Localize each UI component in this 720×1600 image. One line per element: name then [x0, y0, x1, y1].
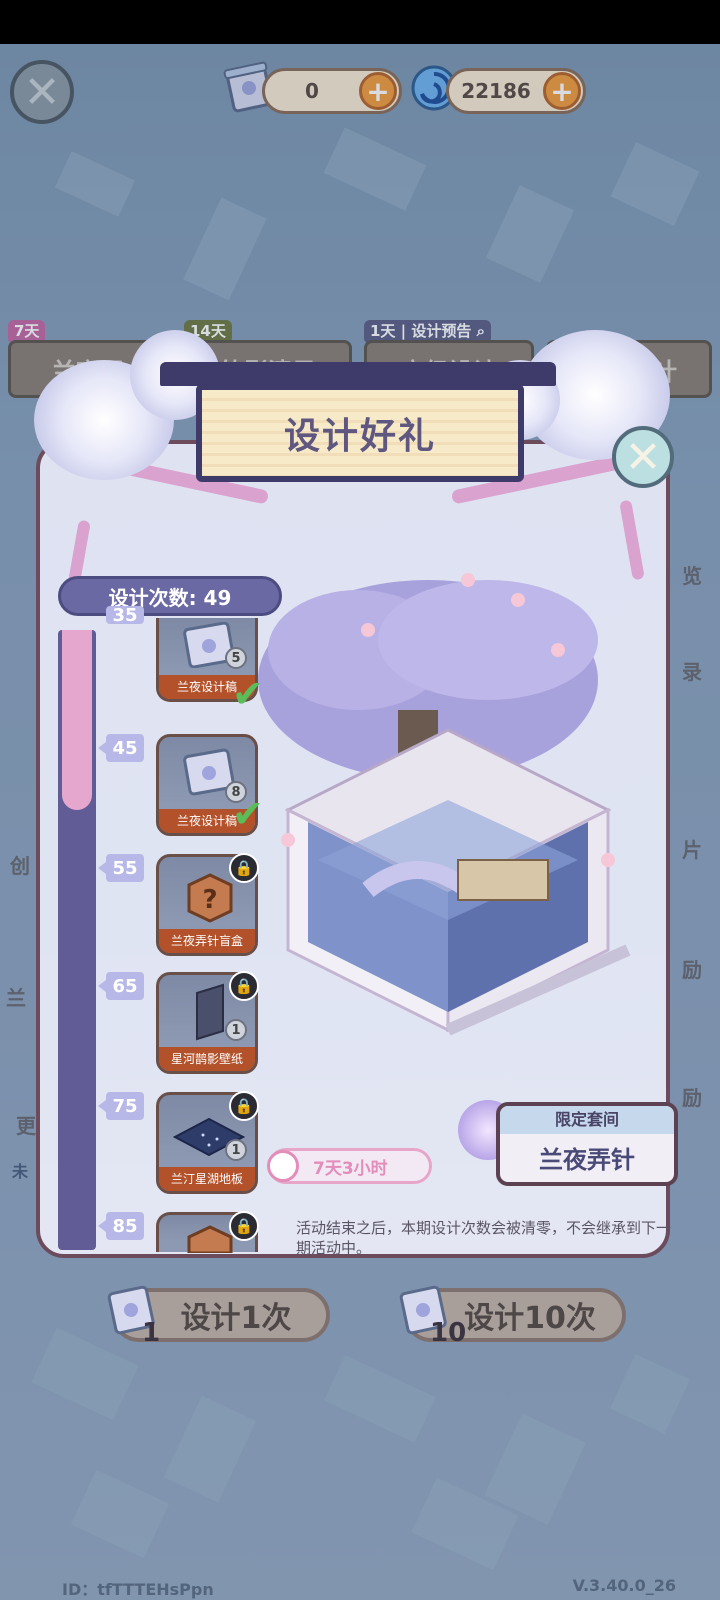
reward-level: 85: [98, 1212, 144, 1240]
sign-roof: [160, 362, 556, 386]
suite-room-illustration: [258, 573, 631, 1036]
event-timer: 7天3小时: [267, 1148, 432, 1184]
design-ten-label: 设计10次: [464, 1301, 596, 1336]
suite-name: 兰夜弄针: [539, 1146, 635, 1174]
reward-qty: 1: [225, 1019, 247, 1041]
mystery-box-icon: ?: [187, 873, 233, 923]
wallpaper-icon: [196, 983, 224, 1041]
design-once-label: 设计1次: [180, 1301, 292, 1336]
reward-level: 55: [98, 854, 144, 882]
suite-header: 限定套间: [500, 1106, 674, 1134]
svg-text:?: ?: [202, 885, 217, 915]
panel-title: 设计好礼: [283, 416, 436, 457]
reward-level: 35: [106, 606, 144, 624]
lock-icon: 🔒: [229, 1091, 259, 1121]
reward-card[interactable]: 🔒 1 星河鹊影壁纸: [156, 971, 259, 1074]
close-icon: ✕: [624, 431, 662, 483]
design-once-cost: 1: [142, 1318, 161, 1348]
reward-qty: 1: [225, 1139, 247, 1161]
reward-level: 45: [98, 734, 144, 762]
version: V.3.40.0_26: [572, 1576, 676, 1595]
panel-close-button[interactable]: ✕: [612, 426, 674, 488]
clock-icon: [267, 1150, 299, 1182]
progress-fill: [62, 630, 92, 810]
design-ten-cost: 10: [430, 1318, 467, 1348]
reward-card[interactable]: 🔒 1 兰汀星湖地板: [156, 1091, 259, 1194]
timer-text: 7天3小时: [313, 1158, 388, 1179]
player-id: ID：tfTTTEHsPpn: [62, 1580, 214, 1599]
reward-name: 星河鹊影壁纸: [159, 1047, 255, 1071]
limited-suite-card[interactable]: 限定套间 兰夜弄针: [496, 1102, 678, 1186]
status-bar: [0, 0, 720, 44]
reward-level: 65: [98, 972, 144, 1000]
check-icon: ✔: [232, 672, 264, 716]
lock-icon: 🔒: [229, 1211, 259, 1241]
lock-icon: 🔒: [229, 971, 259, 1001]
reward-card[interactable]: 🔒: [156, 1211, 259, 1253]
reward-qty: 5: [225, 647, 247, 669]
event-note: 活动结束之后，本期设计次数会被清零，不会继承到下一期活动中。: [296, 1219, 672, 1257]
reward-level: 75: [98, 1092, 144, 1120]
panel-title-sign: 设计好礼: [196, 384, 524, 482]
reward-name: 兰汀星湖地板: [159, 1167, 255, 1191]
check-icon: ✔: [232, 792, 264, 836]
reward-card[interactable]: 🔒 ? 兰夜弄针盲盒: [156, 853, 259, 956]
reward-name: 兰夜弄针盲盒: [159, 929, 255, 953]
lock-icon: 🔒: [229, 853, 259, 883]
mystery-box-icon: [187, 1225, 233, 1253]
